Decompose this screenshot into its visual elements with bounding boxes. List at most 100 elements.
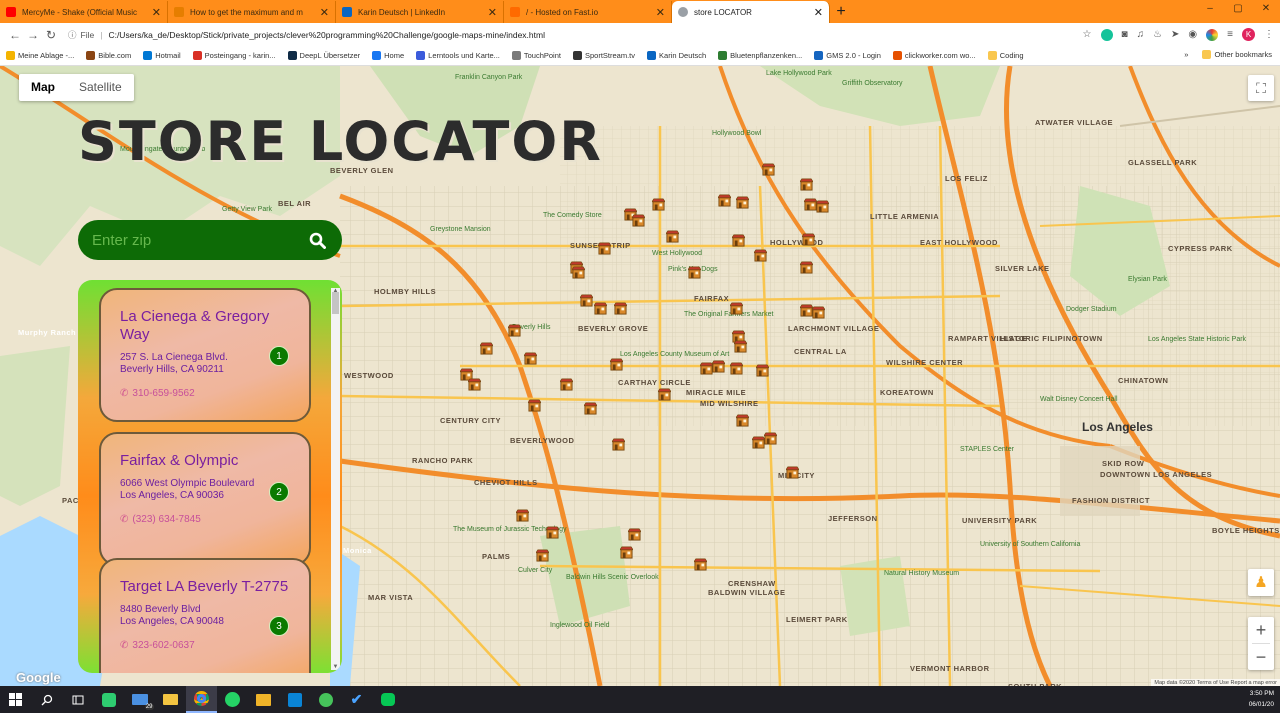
store-phone[interactable]: ✆ (323) 634-7845 (120, 514, 291, 525)
store-marker-icon[interactable] (816, 200, 829, 213)
file-manager-icon[interactable] (248, 686, 279, 713)
windows-start-icon[interactable] (0, 686, 31, 713)
google-logo[interactable]: Google (16, 670, 61, 685)
zoom-in-button[interactable]: + (1248, 617, 1274, 643)
whatsapp-icon[interactable] (217, 686, 248, 713)
store-marker-icon[interactable] (736, 414, 749, 427)
store-marker-icon[interactable] (812, 306, 825, 319)
line-icon[interactable] (372, 686, 403, 713)
search-icon[interactable] (31, 686, 62, 713)
store-marker-icon[interactable] (786, 466, 799, 479)
store-marker-icon[interactable] (610, 358, 623, 371)
close-icon[interactable]: ✕ (656, 6, 665, 19)
store-marker-icon[interactable] (536, 549, 549, 562)
store-marker-icon[interactable] (658, 388, 671, 401)
store-marker-icon[interactable] (756, 364, 769, 377)
fire-icon[interactable]: ♨ (1153, 29, 1162, 40)
color-picker-icon[interactable] (1206, 28, 1219, 41)
store-list-scrollbar[interactable]: ▲ ▼ (331, 288, 340, 670)
back-icon[interactable]: ← (6, 28, 24, 42)
circle-app-icon[interactable] (310, 686, 341, 713)
street-view-pegman-icon[interactable]: ♟ (1248, 569, 1274, 596)
bookmark-item[interactable]: Bible.com (86, 51, 131, 60)
forward-icon[interactable]: → (24, 28, 42, 42)
store-marker-icon[interactable] (754, 249, 767, 262)
store-marker-icon[interactable] (628, 528, 641, 541)
chrome-icon[interactable] (186, 686, 217, 713)
store-marker-icon[interactable] (612, 438, 625, 451)
other-bookmarks[interactable]: » Other bookmarks (1184, 50, 1272, 59)
close-icon[interactable]: ✕ (814, 6, 823, 19)
bookmark-item[interactable]: Hotmail (143, 51, 181, 60)
browser-tab[interactable]: / - Hosted on Fast.io ✕ (504, 1, 672, 23)
store-marker-icon[interactable] (688, 266, 701, 279)
system-clock[interactable]: 3:50 PM 06/01/20 (1249, 688, 1274, 710)
store-marker-icon[interactable] (560, 378, 573, 391)
task-view-icon[interactable] (62, 686, 93, 713)
store-marker-icon[interactable] (712, 360, 725, 373)
store-marker-icon[interactable] (800, 261, 813, 274)
playlist-icon[interactable]: ≡ (1227, 29, 1233, 40)
reload-icon[interactable]: ↻ (42, 28, 60, 42)
store-marker-icon[interactable] (598, 242, 611, 255)
store-card[interactable]: La Cienega & Gregory Way 257 S. La Ciene… (99, 288, 311, 422)
search-icon[interactable] (306, 229, 328, 251)
address-bar[interactable]: ⓘ File | C:/Users/ka_de/Desktop/Stick/pr… (68, 26, 1073, 43)
send-icon[interactable]: ➤ (1171, 29, 1179, 40)
store-marker-icon[interactable] (572, 266, 585, 279)
bookmarks-more-icon[interactable]: » (1184, 50, 1188, 59)
store-marker-icon[interactable] (734, 340, 747, 353)
store-card[interactable]: Fairfax & Olympic 6066 West Olympic Boul… (99, 432, 311, 566)
menu-icon[interactable]: ⋮ (1264, 29, 1274, 40)
store-marker-icon[interactable] (652, 198, 665, 211)
store-marker-icon[interactable] (620, 546, 633, 559)
zoom-out-button[interactable]: − (1248, 644, 1274, 670)
browser-tab[interactable]: How to get the maximum and m ✕ (168, 1, 336, 23)
bookmark-item[interactable]: Bluetenpflanzenken... (718, 51, 802, 60)
bookmark-item[interactable]: SportStream.tv (572, 51, 635, 60)
bookmark-folder[interactable]: Coding (987, 51, 1024, 60)
bookmark-item[interactable]: Posteingang - karin... (192, 51, 276, 60)
file-explorer-icon[interactable] (155, 686, 186, 713)
map-type-satellite-button[interactable]: Satellite (67, 74, 134, 101)
profile-avatar[interactable]: K (1242, 28, 1255, 41)
browser-tab[interactable]: Karin Deutsch | LinkedIn ✕ (336, 1, 504, 23)
scrollbar-thumb[interactable] (332, 292, 339, 314)
bookmark-item[interactable]: Meine Ablage -... (6, 51, 74, 60)
browser-tab-active[interactable]: store LOCATOR ✕ (672, 1, 830, 23)
store-list[interactable]: La Cienega & Gregory Way 257 S. La Ciene… (78, 280, 342, 673)
store-marker-icon[interactable] (468, 378, 481, 391)
store-marker-icon[interactable] (666, 230, 679, 243)
store-marker-icon[interactable] (694, 558, 707, 571)
minimize-button[interactable]: – (1196, 0, 1224, 20)
vscode-icon[interactable] (279, 686, 310, 713)
store-phone[interactable]: ✆ 310-659-9562 (120, 388, 291, 399)
store-marker-icon[interactable] (718, 194, 731, 207)
store-marker-icon[interactable] (516, 509, 529, 522)
map-type-map-button[interactable]: Map (19, 74, 67, 101)
bookmark-item[interactable]: Karin Deutsch (647, 51, 706, 60)
todo-icon[interactable]: ✔ (341, 686, 372, 713)
store-marker-icon[interactable] (584, 402, 597, 415)
zip-search-input[interactable] (92, 231, 306, 249)
close-icon[interactable]: ✕ (320, 6, 329, 19)
chrome-extension-icon[interactable]: ◉ (1188, 29, 1197, 40)
info-icon[interactable]: ⓘ (68, 29, 77, 41)
store-marker-icon[interactable] (580, 294, 593, 307)
bookmark-item[interactable]: clickworker.com wo... (892, 51, 976, 60)
music-icon[interactable]: ♫ (1137, 29, 1145, 40)
bookmark-item[interactable]: DeepL Übersetzer (287, 51, 360, 60)
close-icon[interactable]: ✕ (488, 6, 497, 19)
bookmark-item[interactable]: TouchPoint (511, 51, 561, 60)
mail-icon[interactable]: 29 (124, 686, 155, 713)
bookmark-item[interactable]: Lerntools und Karte... (416, 51, 500, 60)
close-window-button[interactable]: ✕ (1252, 0, 1280, 20)
store-marker-icon[interactable] (528, 399, 541, 412)
store-marker-icon[interactable] (730, 362, 743, 375)
store-marker-icon[interactable] (764, 432, 777, 445)
store-marker-icon[interactable] (508, 324, 521, 337)
store-marker-icon[interactable] (546, 526, 559, 539)
store-marker-icon[interactable] (802, 233, 815, 246)
store-marker-icon[interactable] (594, 302, 607, 315)
store-marker-icon[interactable] (800, 178, 813, 191)
